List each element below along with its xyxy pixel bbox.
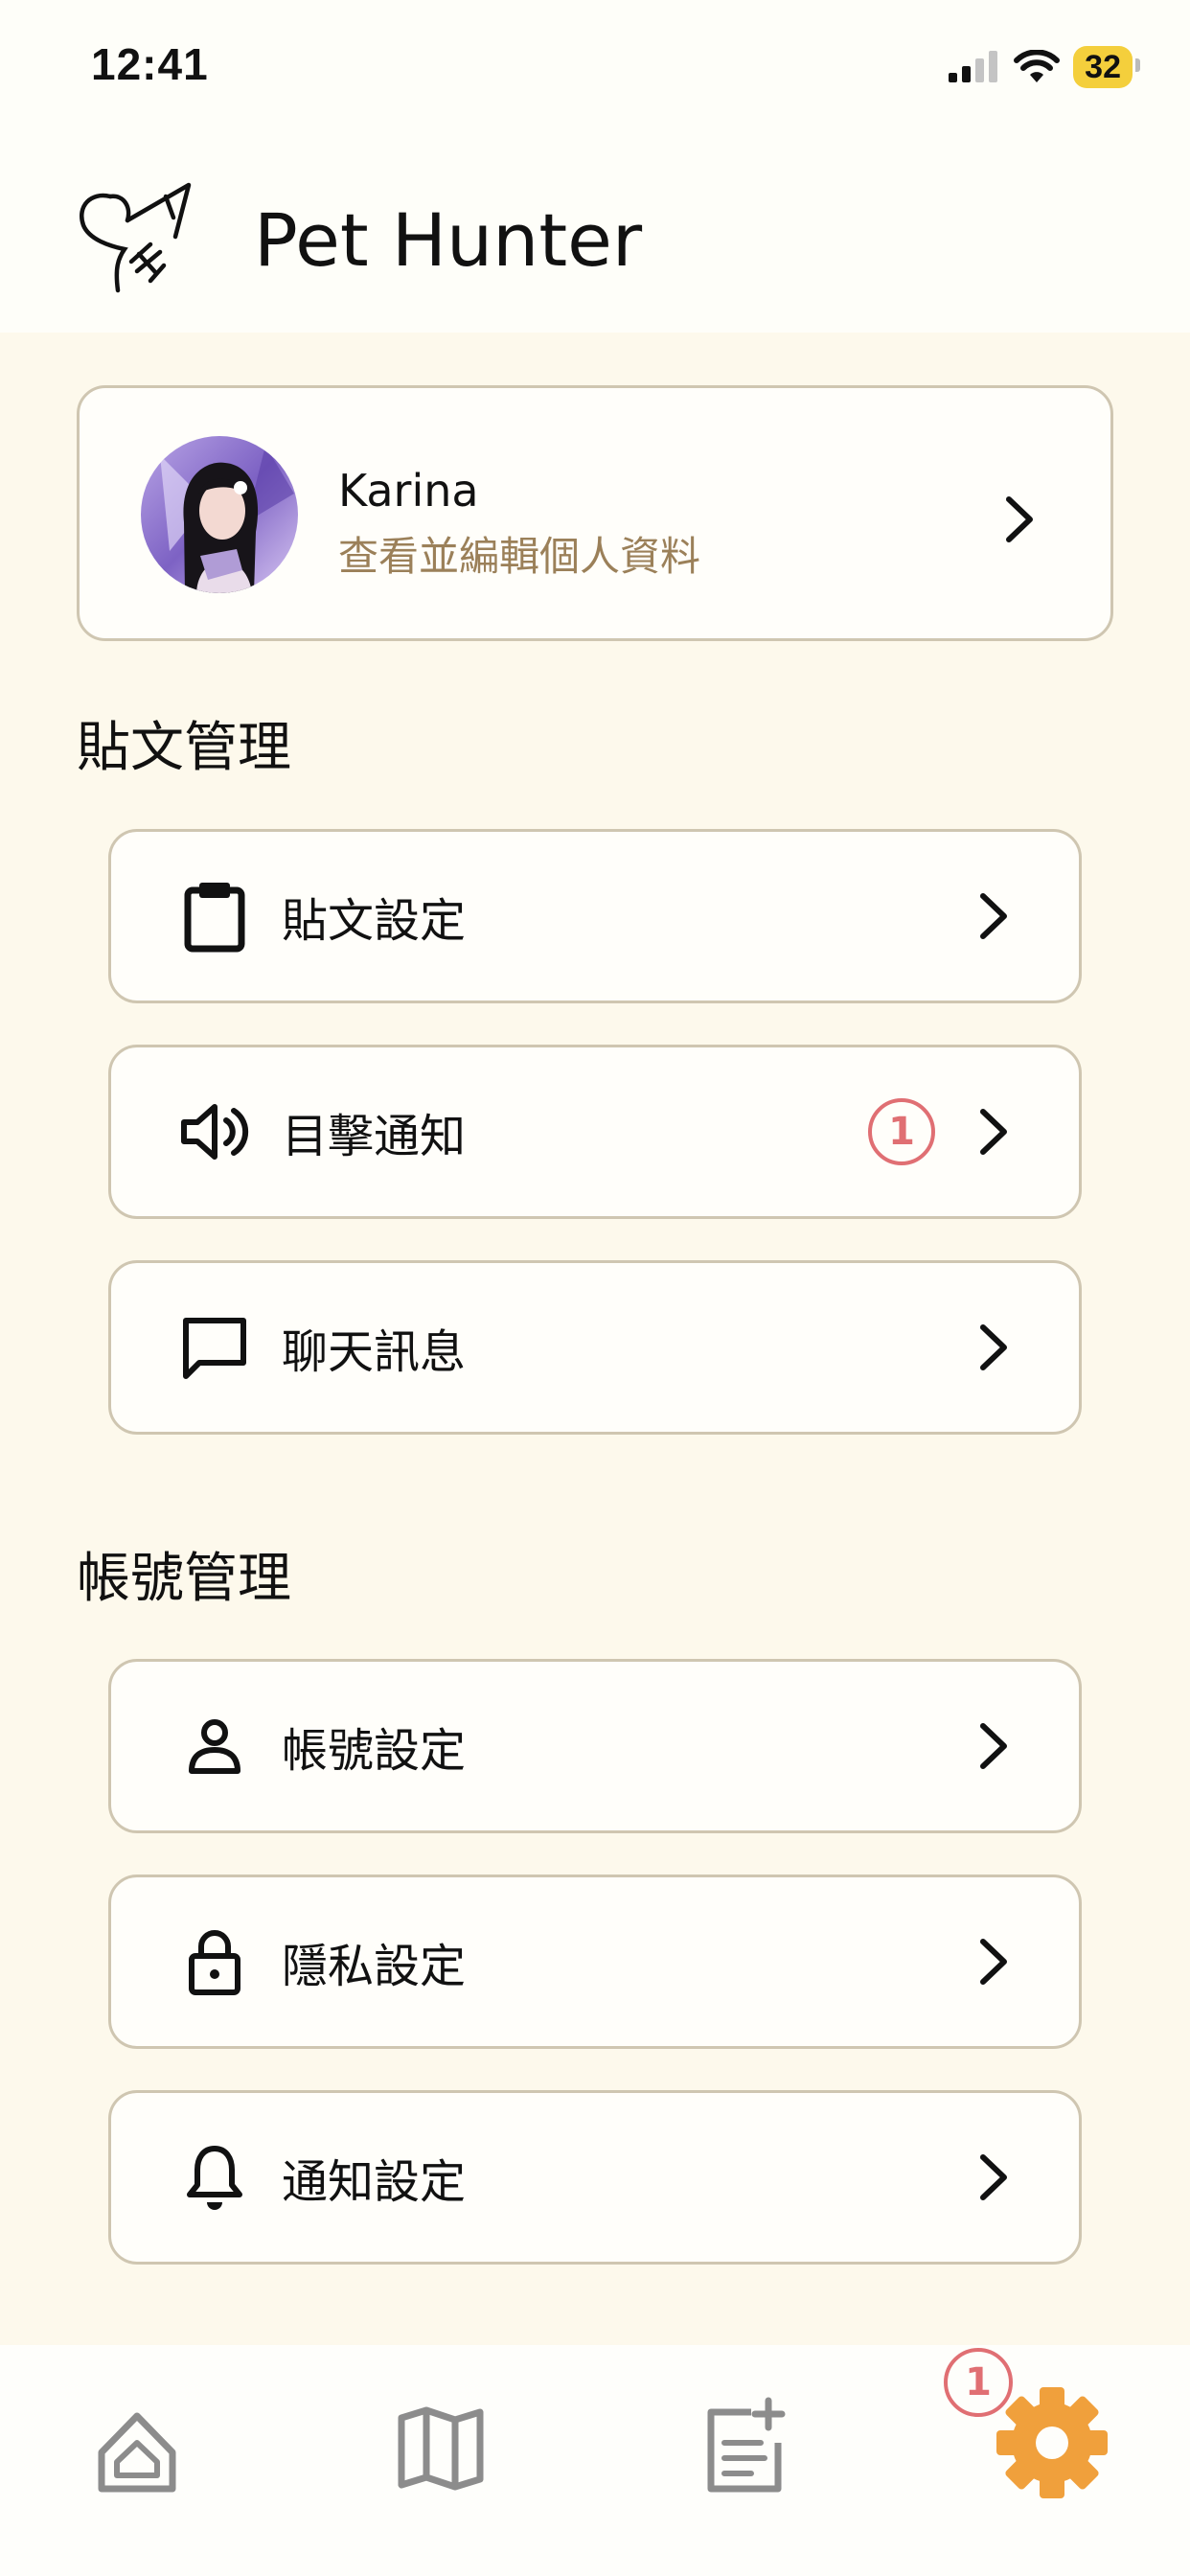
menu-item-post-settings[interactable]: 貼文設定 xyxy=(108,829,1082,1003)
pet-hunter-logo-icon xyxy=(80,182,192,293)
profile-edit-link[interactable]: 查看並編輯個人資料 xyxy=(338,524,700,583)
app-title: Pet Hunter xyxy=(254,196,643,283)
notification-badge: 1 xyxy=(868,1098,935,1165)
menu-item-sighting-notifications[interactable]: 目擊通知 1 xyxy=(108,1045,1082,1219)
chevron-right-icon xyxy=(980,2154,1007,2200)
menu-item-chat-messages[interactable]: 聊天訊息 xyxy=(108,1260,1082,1435)
top-bar: 12:41 32 Pet Hunter xyxy=(0,0,1190,333)
chevron-right-icon xyxy=(980,1324,1007,1370)
bell-icon xyxy=(187,2146,242,2210)
menu-item-label: 通知設定 xyxy=(282,2155,467,2209)
settings-icon[interactable] xyxy=(993,2383,1111,2502)
profile-name: Karina xyxy=(338,465,479,517)
section-title-account: 帳號管理 xyxy=(77,1548,291,1610)
map-icon[interactable] xyxy=(388,2395,493,2500)
chevron-right-icon xyxy=(980,1939,1007,1985)
battery-indicator: 32 xyxy=(1073,46,1140,88)
post-add-icon[interactable] xyxy=(692,2395,797,2500)
lock-icon xyxy=(189,1930,240,1995)
signal-icon xyxy=(949,51,998,82)
menu-item-privacy-settings[interactable]: 隱私設定 xyxy=(108,1874,1082,2049)
chevron-right-icon xyxy=(980,1109,1007,1155)
user-icon xyxy=(189,1719,240,1774)
status-time: 12:41 xyxy=(91,39,209,89)
wifi-icon xyxy=(1014,50,1061,82)
menu-item-account-settings[interactable]: 帳號設定 xyxy=(108,1659,1082,1833)
menu-item-label: 隱私設定 xyxy=(282,1940,467,1993)
settings-tab-badge: 1 xyxy=(944,2348,1013,2417)
menu-item-label: 帳號設定 xyxy=(282,1724,467,1778)
menu-item-label: 目擊通知 xyxy=(282,1110,467,1163)
status-icons: 32 xyxy=(947,46,1140,88)
speaker-icon xyxy=(181,1104,249,1160)
menu-item-label: 聊天訊息 xyxy=(282,1325,467,1379)
avatar xyxy=(141,436,298,593)
home-icon[interactable] xyxy=(84,2395,190,2500)
menu-item-notification-settings[interactable]: 通知設定 xyxy=(108,2090,1082,2265)
clipboard-icon xyxy=(184,883,245,953)
chevron-right-icon xyxy=(980,893,1007,939)
section-title-posts: 貼文管理 xyxy=(77,717,291,779)
profile-card[interactable]: Karina 查看並編輯個人資料 xyxy=(77,385,1113,641)
chevron-right-icon xyxy=(1006,496,1033,542)
chevron-right-icon xyxy=(980,1723,1007,1769)
chat-icon xyxy=(183,1318,246,1379)
menu-item-label: 貼文設定 xyxy=(282,894,467,948)
brand: Pet Hunter xyxy=(72,177,642,302)
